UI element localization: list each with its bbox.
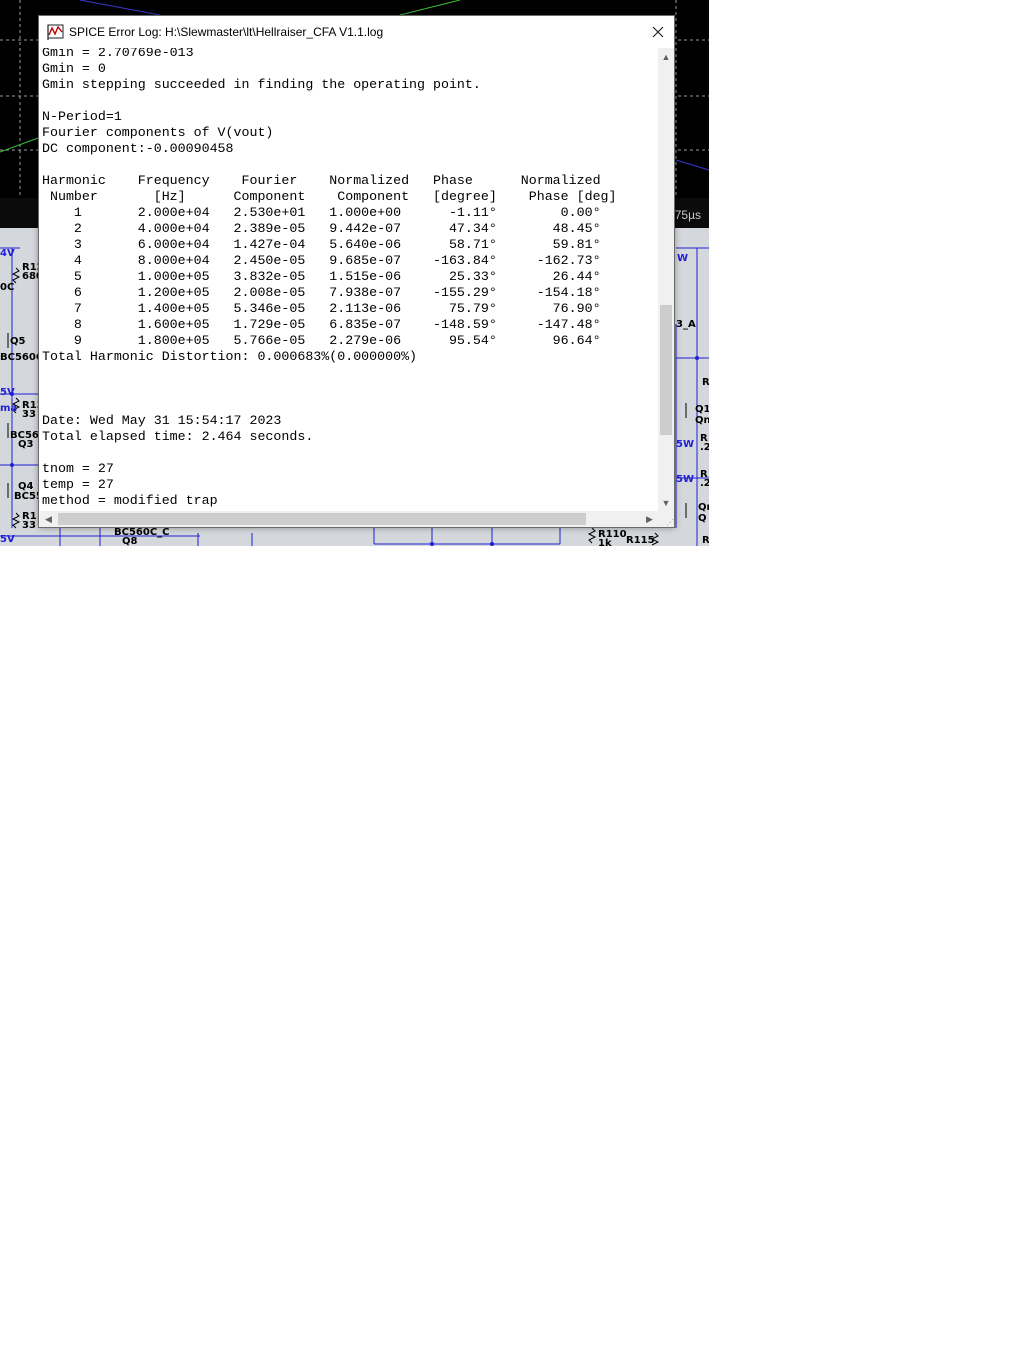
- schematic-label: Q8: [122, 536, 138, 546]
- schematic-label: Q5: [10, 336, 26, 347]
- schematic-label: .2: [700, 478, 709, 489]
- horizontal-scrollbar[interactable]: ◀ ▶: [40, 511, 658, 527]
- log-text-area[interactable]: Gmin = 2.70769e-013 Gmin = 0 Gmin stepping…: [40, 48, 658, 511]
- log-line: 9 1.800e+05 5.766e-05 2.279e-06 95.54° 9…: [42, 333, 601, 348]
- log-line: 1 2.000e+04 2.530e+01 1.000e+00 -1.11° 0…: [42, 205, 601, 220]
- log-line: Date: Wed May 31 15:54:17 2023: [42, 413, 282, 428]
- resize-grip-icon[interactable]: ⋰: [658, 511, 674, 527]
- log-line: Total elapsed time: 2.464 seconds.: [42, 429, 314, 444]
- log-line: DC component:-0.00090458: [42, 141, 234, 156]
- schematic-label: R: [702, 377, 709, 388]
- log-line: Harmonic Frequency Fourier Normalized Ph…: [42, 173, 601, 188]
- schematic-label: 4V: [0, 248, 15, 259]
- log-line: N-Period=1: [42, 109, 122, 124]
- scroll-up-button[interactable]: ▲: [658, 48, 674, 65]
- time-axis-label: 75µs: [674, 208, 701, 222]
- schematic-label: 5V: [0, 534, 15, 545]
- log-line: Gmin stepping succeeded in finding the o…: [42, 77, 481, 92]
- schematic-label: .2: [700, 442, 709, 453]
- log-line: method = modified trap: [42, 493, 218, 508]
- title-bar[interactable]: SPICE Error Log: H:\Slewmaster\lt\Hellra…: [39, 16, 674, 48]
- schematic-label: W: [677, 253, 689, 264]
- log-line: Gmin = 2.70769e-013: [42, 48, 194, 60]
- schematic-label: 5W: [676, 474, 694, 485]
- schematic-label: Q: [698, 513, 707, 524]
- log-line: 6 1.200e+05 2.008e-05 7.938e-07 -155.29°…: [42, 285, 601, 300]
- schematic-label: BC560C: [0, 352, 44, 363]
- log-line: 4 8.000e+04 2.450e-05 9.685e-07 -163.84°…: [42, 253, 601, 268]
- log-line: 7 1.400e+05 5.346e-05 2.113e-06 75.79° 7…: [42, 301, 601, 316]
- scroll-left-button[interactable]: ◀: [40, 511, 57, 527]
- schematic-label: ma: [0, 403, 18, 414]
- schematic-label: 5V: [0, 387, 15, 398]
- window-title: SPICE Error Log: H:\Slewmaster\lt\Hellra…: [69, 25, 384, 39]
- schematic-label: Qn: [698, 502, 709, 513]
- scroll-down-button[interactable]: ▼: [658, 494, 674, 511]
- schematic-label: 33: [22, 409, 36, 420]
- log-line: Total Harmonic Distortion: 0.000683%(0.0…: [42, 349, 418, 364]
- schematic-label: Q1: [695, 404, 709, 415]
- schematic-label: R115: [626, 535, 655, 546]
- schematic-label: Q3: [18, 439, 34, 450]
- schematic-label: R: [702, 535, 709, 546]
- log-line: Gmin = 0: [42, 61, 106, 76]
- schematic-label: 1k: [598, 538, 612, 546]
- schematic-label: Qn: [695, 415, 709, 426]
- schematic-label: 3_A: [676, 319, 696, 330]
- log-line: temp = 27: [42, 477, 114, 492]
- log-line: tnom = 27: [42, 461, 114, 476]
- scroll-right-button[interactable]: ▶: [641, 511, 658, 527]
- close-icon: [652, 26, 664, 38]
- log-line: Number [Hz] Component Component [degree]…: [42, 189, 617, 204]
- log-line: 2 4.000e+04 2.389e-05 9.442e-07 47.34° 4…: [42, 221, 601, 236]
- log-line: 8 1.600e+05 1.729e-05 6.835e-07 -148.59°…: [42, 317, 601, 332]
- spice-error-log-window: SPICE Error Log: H:\Slewmaster\lt\Hellra…: [38, 15, 675, 528]
- schematic-label: 33: [22, 520, 36, 531]
- log-line: 5 1.000e+05 3.832e-05 1.515e-06 25.33° 2…: [42, 269, 601, 284]
- close-button[interactable]: [642, 16, 674, 48]
- vertical-scrollbar[interactable]: ▲ ▼: [658, 48, 674, 511]
- vertical-scroll-thumb[interactable]: [660, 305, 672, 435]
- log-content: Gmin = 2.70769e-013 Gmin = 0 Gmin stepping…: [42, 48, 617, 509]
- log-line: Fourier components of V(vout): [42, 125, 274, 140]
- horizontal-scroll-thumb[interactable]: [58, 513, 586, 525]
- schematic-label: 5W: [676, 439, 694, 450]
- schematic-label: 0C: [0, 282, 15, 293]
- log-line: 3 6.000e+04 1.427e-04 5.640e-06 58.71° 5…: [42, 237, 601, 252]
- ltspice-icon: [47, 23, 65, 41]
